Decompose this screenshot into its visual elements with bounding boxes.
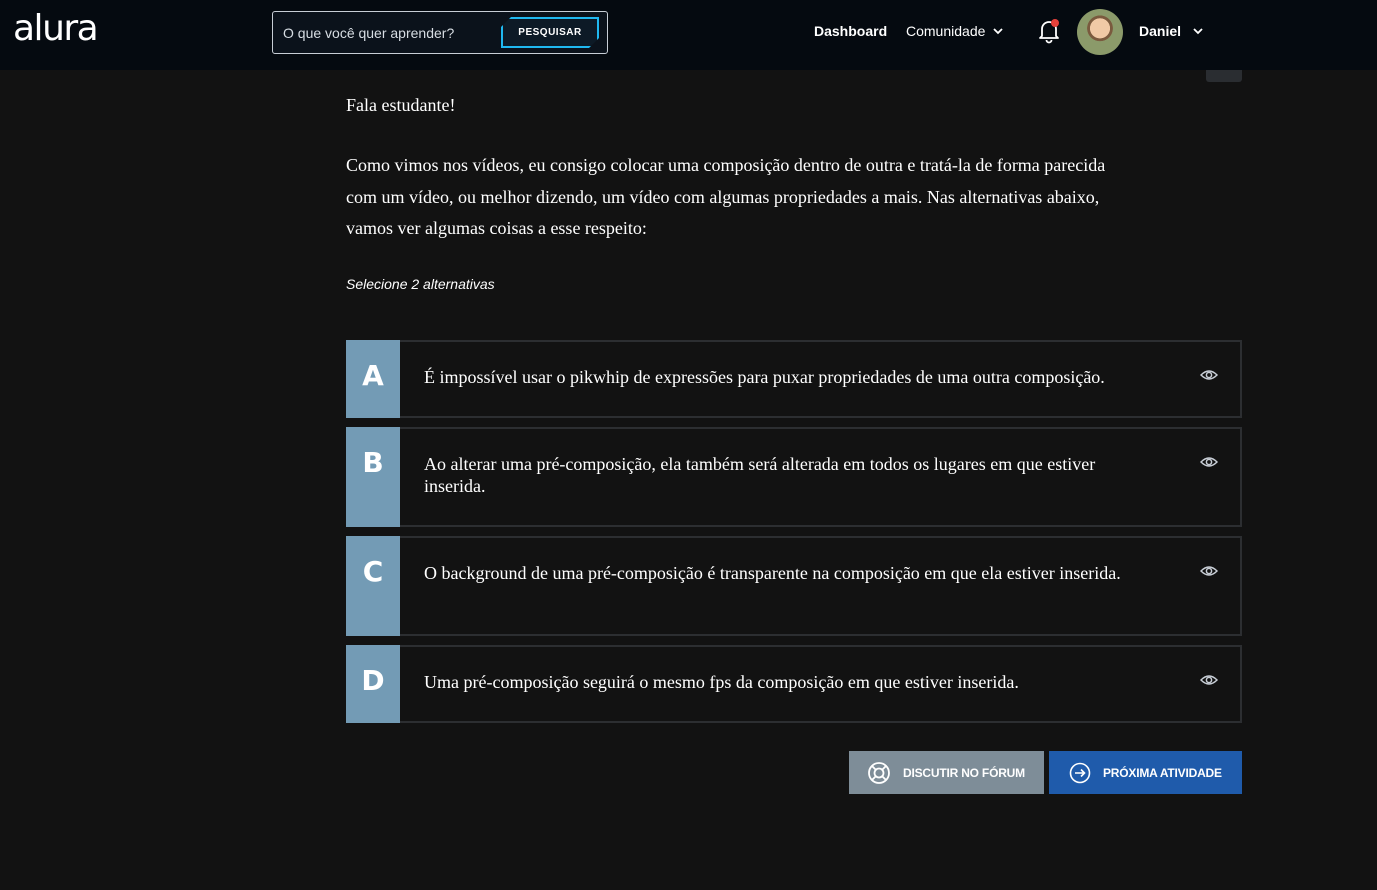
alura-logo[interactable]: alura — [13, 8, 99, 49]
alternative-a[interactable]: A É impossível usar o pikwhip de express… — [346, 340, 1242, 418]
alternative-letter: C — [346, 536, 400, 636]
notification-dot — [1051, 19, 1059, 27]
user-name-label: Daniel — [1139, 23, 1182, 39]
alternative-letter: B — [346, 427, 400, 527]
user-avatar[interactable] — [1077, 9, 1123, 55]
next-activity-label: PRÓXIMA ATIVIDADE — [1103, 765, 1222, 780]
nav-community-label: Comunidade — [906, 23, 986, 39]
arrow-right-circle-icon — [1069, 762, 1091, 783]
user-menu[interactable]: Daniel — [1139, 23, 1203, 39]
search-input[interactable] — [283, 12, 503, 53]
discuss-forum-button[interactable]: DISCUTIR NO FÓRUM — [849, 751, 1044, 794]
eye-icon[interactable] — [1200, 455, 1218, 469]
alternative-text: É impossível usar o pikwhip de expressõe… — [424, 367, 1105, 387]
next-activity-button[interactable]: PRÓXIMA ATIVIDADE — [1049, 751, 1242, 794]
alternative-letter: A — [346, 340, 400, 418]
notifications-button[interactable] — [1035, 17, 1063, 45]
activity-content: Fala estudante! Como vimos nos vídeos, e… — [346, 95, 1242, 292]
question-text: Como vimos nos vídeos, eu consigo coloca… — [346, 155, 1106, 238]
eye-icon[interactable] — [1200, 564, 1218, 578]
selection-hint: Selecione 2 alternativas — [346, 275, 495, 292]
nav-community-menu[interactable]: Comunidade — [906, 23, 1004, 39]
eye-icon[interactable] — [1200, 368, 1218, 382]
alternative-b[interactable]: B Ao alterar uma pré-composição, ela tam… — [346, 427, 1242, 527]
search-box: PESQUISAR — [272, 11, 608, 54]
chevron-down-icon — [993, 28, 1004, 35]
alternative-d[interactable]: D Uma pré-composição seguirá o mesmo fps… — [346, 645, 1242, 723]
alternative-text: Uma pré-composição seguirá o mesmo fps d… — [424, 672, 1019, 692]
nav-dashboard-link[interactable]: Dashboard — [814, 23, 887, 39]
top-header: alura PESQUISAR Dashboard Comunidade Dan… — [0, 0, 1377, 70]
search-button[interactable]: PESQUISAR — [501, 17, 599, 48]
scroll-top-tab[interactable] — [1206, 70, 1242, 82]
discuss-forum-label: DISCUTIR NO FÓRUM — [903, 765, 1025, 780]
alternative-text: O background de uma pré-composição é tra… — [424, 563, 1121, 583]
greeting-text: Fala estudante! — [346, 95, 456, 115]
alternative-text: Ao alterar uma pré-composição, ela també… — [424, 454, 1096, 496]
eye-icon[interactable] — [1200, 673, 1218, 687]
alternative-letter: D — [346, 645, 400, 723]
alternative-c[interactable]: C O background de uma pré-composição é t… — [346, 536, 1242, 636]
chevron-down-icon — [1193, 28, 1203, 35]
lifebuoy-icon — [868, 761, 890, 784]
